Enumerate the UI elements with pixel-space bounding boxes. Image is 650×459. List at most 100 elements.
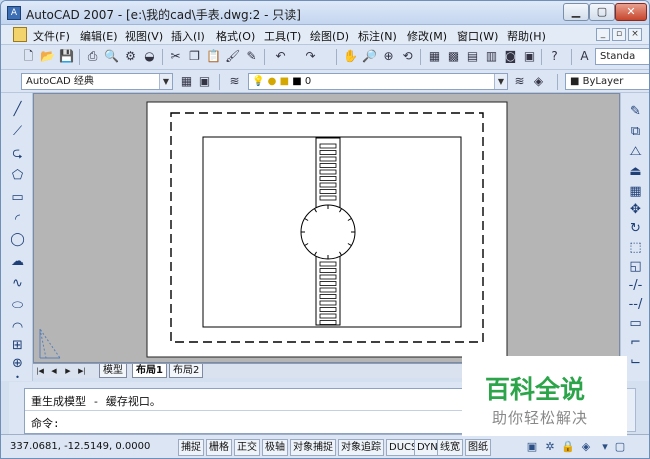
cut-icon[interactable]: ✂ [168, 49, 183, 64]
open-file-icon[interactable]: 📂 [40, 49, 55, 64]
ellipse-arc-icon[interactable]: ◠ [9, 319, 26, 336]
mdi-close-button[interactable]: × [628, 28, 642, 41]
layer-previous-icon[interactable]: ◈ [531, 74, 546, 89]
menu-modify[interactable]: 修改(M) [407, 28, 447, 44]
offset-icon[interactable]: ⏏ [627, 163, 644, 180]
annotation-icon[interactable]: ◈ [579, 440, 593, 454]
layer-properties-icon[interactable]: ≋ [227, 74, 242, 89]
grid-toggle[interactable]: 栅格 [206, 439, 232, 456]
new-file-icon[interactable]: 🗋 [21, 49, 36, 64]
text-style-icon[interactable]: A [577, 49, 592, 64]
next-tab-button[interactable]: ▶ [63, 366, 73, 376]
tab-layout2[interactable]: 布局2 [169, 364, 204, 378]
menu-window[interactable]: 窗口(W) [457, 28, 498, 44]
mirror-icon[interactable]: ⧍ [627, 143, 644, 160]
move-icon[interactable]: ✥ [627, 201, 644, 218]
menu-dimension[interactable]: 标注(N) [358, 28, 397, 44]
spline-icon[interactable]: ∿ [9, 275, 26, 292]
insert-block-icon[interactable]: ⊞ [9, 337, 26, 354]
polygon-icon[interactable]: ⬠ [9, 167, 26, 184]
stretch-icon[interactable]: ◱ [627, 258, 644, 275]
fillet-icon[interactable]: ⌙ [627, 353, 644, 370]
clean-screen-icon[interactable]: ▢ [613, 440, 627, 454]
menu-insert[interactable]: 插入(I) [171, 28, 205, 44]
chamfer-icon[interactable]: ⌐ [627, 334, 644, 351]
erase-icon[interactable]: ✎ [627, 103, 644, 120]
undo-icon[interactable]: ↶ [273, 49, 288, 64]
layer-combo[interactable]: 💡 ● ■ ■ 0 ▼ [248, 73, 508, 90]
copy-object-icon[interactable]: ⧉ [627, 123, 644, 140]
rotate-icon[interactable]: ↻ [627, 220, 644, 237]
menu-file[interactable]: 文件(F) [33, 28, 70, 44]
extend-icon[interactable]: --/ [627, 296, 644, 313]
snap-toggle[interactable]: 捕捉 [178, 439, 204, 456]
markup-icon[interactable]: ◙ [503, 49, 518, 64]
mdi-minimize-button[interactable]: _ [596, 28, 610, 41]
zoom-previous-icon[interactable]: ⟲ [400, 49, 415, 64]
menu-help[interactable]: 帮助(H) [507, 28, 546, 44]
menu-format[interactable]: 格式(O) [216, 28, 255, 44]
mdi-restore-button[interactable]: ▫ [612, 28, 626, 41]
plot-preview-icon[interactable]: 🔍 [104, 49, 119, 64]
redo-icon[interactable]: ↷ [303, 49, 318, 64]
trim-icon[interactable]: -/- [627, 277, 644, 294]
osnap-toggle[interactable]: 对象捕捉 [290, 439, 336, 456]
arc-icon[interactable]: ◜ [9, 211, 26, 228]
polar-toggle[interactable]: 极轴 [262, 439, 288, 456]
save-icon[interactable]: 💾 [59, 49, 74, 64]
plot-icon[interactable]: ⎙ [85, 49, 100, 64]
lineweight-toggle[interactable]: 线宽 [437, 439, 463, 456]
publish-icon[interactable]: ⚙ [123, 49, 138, 64]
menu-view[interactable]: 视图(V) [125, 28, 163, 44]
maximize-button[interactable]: ▢ [589, 3, 615, 21]
autocad-logo-icon[interactable]: A [7, 6, 21, 20]
help-icon[interactable]: ? [547, 49, 562, 64]
workspace-settings-icon[interactable]: ▦ [179, 74, 194, 89]
drawing-area[interactable] [33, 93, 620, 363]
copy-icon[interactable]: ❐ [187, 49, 202, 64]
color-combo[interactable]: ■ ByLayer [565, 73, 649, 90]
drawing-document-icon[interactable] [13, 27, 27, 42]
tool-palettes-icon[interactable]: ▤ [465, 49, 480, 64]
paste-icon[interactable]: 📋 [206, 49, 221, 64]
menu-draw[interactable]: 绘图(D) [310, 28, 349, 44]
communication-center-icon[interactable]: ✲ [543, 440, 557, 454]
rectangle-icon[interactable]: ▭ [9, 189, 26, 206]
revision-cloud-icon[interactable]: ☁ [9, 253, 26, 270]
menu-tools[interactable]: 工具(T) [264, 28, 301, 44]
zoom-realtime-icon[interactable]: 🔎 [362, 49, 377, 64]
paper-toggle[interactable]: 图纸 [465, 439, 491, 456]
circle-icon[interactable]: ◯ [9, 231, 26, 248]
prev-tab-button[interactable]: ◀ [49, 366, 59, 376]
ortho-toggle[interactable]: 正交 [234, 439, 260, 456]
tab-layout1[interactable]: 布局1 [132, 364, 167, 378]
status-menu-icon[interactable]: ▾ [598, 440, 612, 454]
construction-line-icon[interactable]: ⟋ [9, 123, 26, 140]
match-properties-icon[interactable]: 🖌 [225, 49, 240, 64]
text-style-combo[interactable]: Standa [595, 48, 649, 65]
design-center-icon[interactable]: ▩ [446, 49, 461, 64]
minimize-button[interactable]: ▁ [563, 3, 589, 21]
break-icon[interactable]: ▭ [627, 315, 644, 332]
my-workspace-icon[interactable]: ▣ [197, 74, 212, 89]
array-icon[interactable]: ▦ [627, 183, 644, 200]
workspace-combo[interactable]: AutoCAD 经典 ▼ [21, 73, 173, 90]
3d-dwf-icon[interactable]: ◒ [142, 49, 157, 64]
quickcalc-icon[interactable]: ▣ [522, 49, 537, 64]
coordinate-readout[interactable]: 337.0681, -12.5149, 0.0000 [10, 441, 150, 452]
scale-icon[interactable]: ⬚ [627, 239, 644, 256]
lock-toolbars-icon[interactable]: 🔒 [561, 440, 575, 454]
close-button[interactable]: ✕ [615, 3, 647, 21]
ellipse-icon[interactable]: ⬭ [9, 297, 26, 314]
pan-icon[interactable]: ✋ [343, 49, 358, 64]
maximize-viewport-icon[interactable]: ▣ [525, 440, 539, 454]
tab-model[interactable]: 模型 [99, 364, 127, 378]
menu-edit[interactable]: 编辑(E) [80, 28, 118, 44]
zoom-window-icon[interactable]: ⊕ [381, 49, 396, 64]
polyline-icon[interactable]: ⮎ [9, 145, 26, 162]
otrack-toggle[interactable]: 对象追踪 [338, 439, 384, 456]
block-editor-icon[interactable]: ✎ [244, 49, 259, 64]
make-layer-current-icon[interactable]: ≋ [512, 74, 527, 89]
first-tab-button[interactable]: |◀ [35, 366, 45, 376]
last-tab-button[interactable]: ▶| [77, 366, 87, 376]
